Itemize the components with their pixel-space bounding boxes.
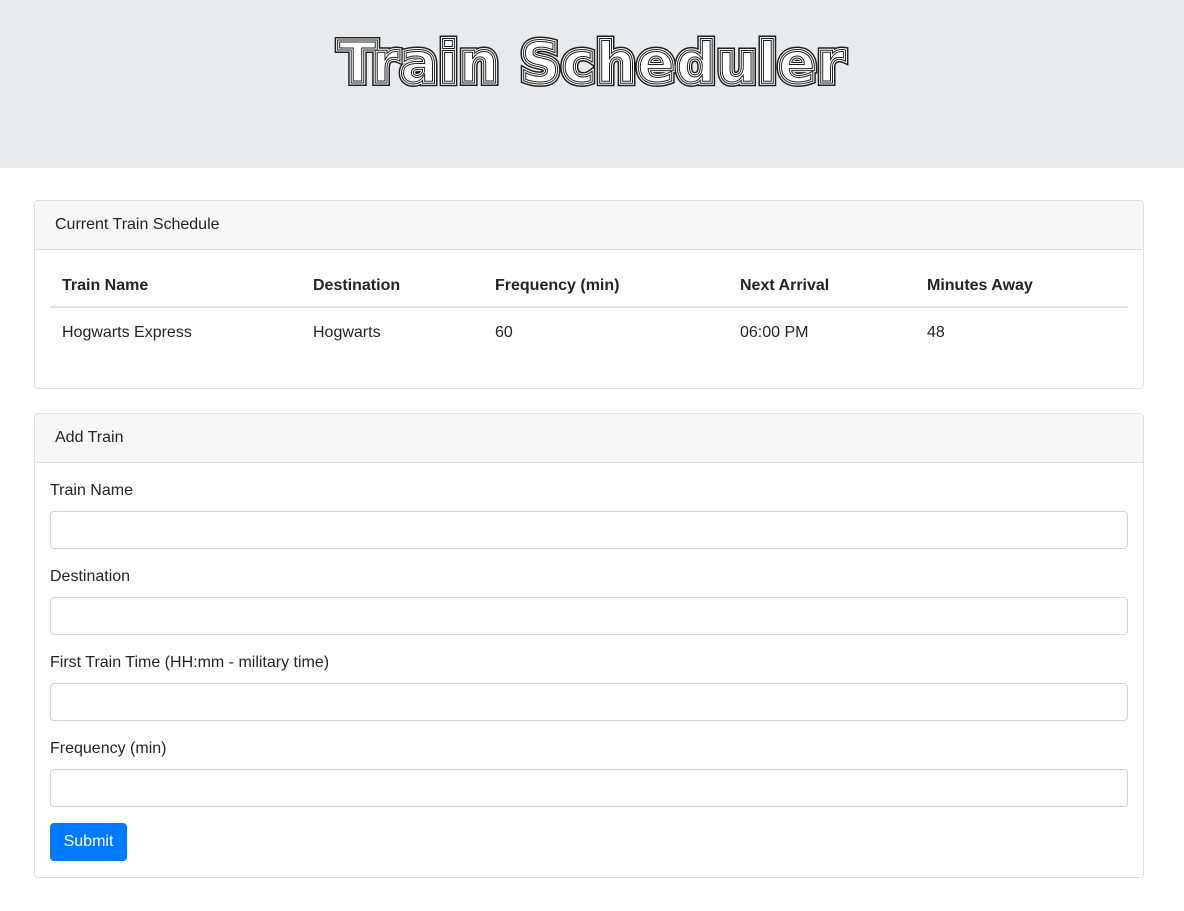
jumbotron-header: .inline-text { font-family: "DejaVu Sans… [0,0,1184,168]
frequency-label: Frequency (min) [50,740,167,757]
table-row: Hogwarts Express Hogwarts 60 06:00 PM 48 [50,307,1128,358]
column-header-frequency: Frequency (min) [483,265,728,308]
column-header-next-arrival: Next Arrival [728,265,915,308]
add-train-card: Add Train Train Name Destination First T… [34,413,1144,878]
destination-label: Destination [50,568,131,585]
first-train-time-input[interactable] [50,683,1128,721]
first-train-time-label: First Train Time (HH:mm - military time) [50,654,330,671]
title-logo: .inline-text { font-family: "DejaVu Sans… [334,28,848,92]
schedule-table: Train Name Destination Frequency (min) N… [50,265,1128,358]
cell-destination: Hogwarts [313,324,381,341]
schedule-header-row: Train Name Destination Frequency (min) N… [50,265,1128,308]
column-header-minutes-away: Minutes Away [915,265,1128,308]
cell-next-arrival: 06:00 PM [740,324,809,341]
add-train-card-header: Add Train [35,414,1143,463]
train-name-label: Train Name [50,482,133,499]
submit-button[interactable]: Submit [50,823,127,861]
cell-frequency: 60 [495,324,513,341]
column-header-destination: Destination [301,265,483,308]
destination-input[interactable] [50,597,1128,635]
schedule-card: Current Train Schedule Train Name Destin… [34,200,1144,389]
cell-train-name: Hogwarts Express [62,324,192,341]
schedule-card-header: Current Train Schedule [35,201,1143,250]
page-title: .inline-text { font-family: "DejaVu Sans… [0,28,1184,92]
frequency-input[interactable] [50,769,1128,807]
title-gap-2: Train Scheduler [338,31,845,92]
train-name-input[interactable] [50,511,1128,549]
column-header-train-name: Train Name [50,265,301,308]
cell-minutes-away: 48 [927,324,945,341]
